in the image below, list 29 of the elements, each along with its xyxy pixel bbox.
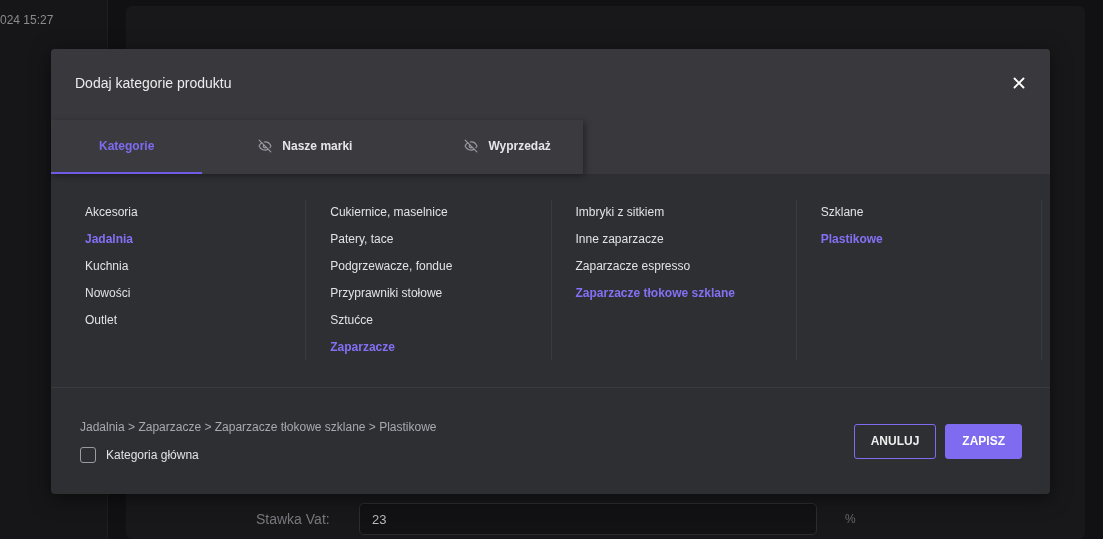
category-item[interactable]: Patery, tace [330, 231, 527, 248]
category-item[interactable]: Podgrzewacze, fondue [330, 258, 527, 275]
category-item[interactable]: Nowości [85, 285, 282, 302]
category-item[interactable]: Outlet [85, 312, 282, 329]
tab[interactable]: Wyprzedaż [408, 120, 607, 174]
input-field[interactable]: 23 [359, 503, 817, 535]
cancel-button[interactable]: ANULUJ [853, 423, 937, 459]
category-item[interactable]: Cukiernice, maselnice [330, 204, 527, 221]
checkbox-label: Kategoria główna [106, 447, 199, 462]
category-item[interactable]: Akcesoria [85, 204, 282, 221]
category-item[interactable]: Zaparzacze espresso [575, 258, 772, 275]
category-item[interactable]: Imbryki z sitkiem [575, 204, 772, 221]
category-item[interactable]: Zaparzacze [330, 339, 527, 356]
category-item[interactable]: Jadalnia [85, 231, 282, 248]
category-item[interactable]: Kuchnia [85, 258, 282, 275]
checkbox[interactable] [80, 446, 96, 463]
category-item[interactable]: Zaparzacze tłokowe szklane [575, 285, 772, 302]
save-button[interactable]: ZAPISZ [945, 423, 1022, 459]
modal-title: Dodaj kategorie produktu [75, 75, 232, 91]
breadcrumb: Jadalnia > Zaparzacze > Zaparzacze tłokowe szklane > Plastikowe [80, 419, 437, 434]
field-label: Stawka Vat: [256, 511, 331, 527]
category-item[interactable]: Plastikowe [820, 231, 1017, 248]
category-item[interactable]: Szklane [820, 204, 1017, 221]
category-item[interactable]: Sztućce [330, 312, 527, 329]
category-item[interactable]: Przyprawniki stołowe [330, 285, 527, 302]
category-item[interactable]: Inne zaparzacze [575, 231, 772, 248]
timestamp: 024 15:27 [0, 13, 54, 27]
tab[interactable]: Nasze marki [202, 120, 409, 174]
unit-label: % [845, 512, 856, 526]
